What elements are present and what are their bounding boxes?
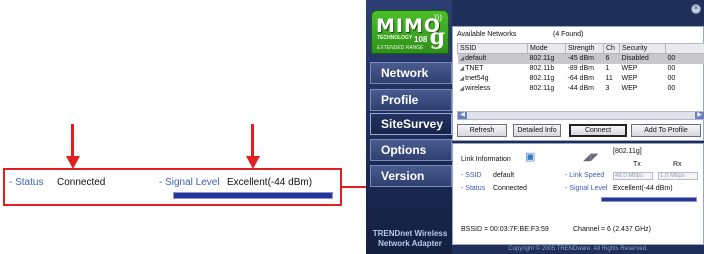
detailed-info-button[interactable]: Detailed Info	[513, 124, 561, 137]
available-networks-heading: Available Networks	[457, 31, 517, 38]
mode-tag: [802.11g]	[613, 148, 642, 155]
row-mode: 802.11g	[529, 75, 555, 82]
row-extra: 00	[667, 85, 676, 92]
ssid-value: default	[493, 172, 515, 179]
copyright-footer: Copyright © 2005 TRENDware. All Rights R…	[452, 245, 704, 254]
signal-icon: ◢	[459, 86, 465, 92]
ssid-label: - SSID	[461, 172, 482, 179]
link-information-panel: Link Information ▣ ◢◤ [802.11g] Tx Rx - …	[452, 143, 704, 245]
zoom-callout-box: - Status Connected - Signal Level Excell…	[3, 168, 342, 206]
nav-options-button[interactable]: Options	[370, 139, 452, 161]
zoom-signal-label: - Signal Level	[159, 177, 220, 188]
column-security[interactable]: Security	[619, 43, 666, 54]
close-icon[interactable]: ×	[691, 4, 701, 14]
row-security: Disabled	[619, 53, 666, 64]
connect-button[interactable]: Connect	[569, 124, 627, 137]
network-globe-icon: ▣	[525, 151, 536, 163]
row-ssid: tnet54g	[465, 75, 489, 82]
found-count: (4 Found)	[553, 31, 584, 38]
nav-network-button[interactable]: Network	[370, 62, 452, 84]
row-security: WEP	[621, 65, 638, 72]
row-mode: 802.11g	[529, 85, 555, 92]
row-ssid: default	[465, 55, 487, 63]
brand-line-1: TRENDnet Wireless	[372, 229, 448, 238]
zoom-signal-bar	[173, 192, 333, 199]
row-mode: 802.11g	[527, 53, 566, 64]
signal-level-label: - Signal Level	[565, 185, 608, 192]
add-to-profile-button[interactable]: Add To Profile	[631, 124, 701, 137]
tx-speed-field: 48.0 Mbps	[613, 172, 653, 180]
row-channel: 6	[603, 53, 620, 64]
wifi-waves-icon: )))	[434, 13, 442, 22]
row-extra: 00	[665, 53, 704, 64]
scroll-left-icon[interactable]: ◀	[458, 112, 467, 119]
column-strength[interactable]: Strength	[565, 43, 604, 54]
callout-arrow-signal-stem	[251, 124, 254, 158]
logo-number: 108	[414, 35, 428, 44]
row-security: WEP	[621, 85, 638, 92]
column-extra[interactable]	[665, 43, 704, 54]
table-row[interactable]: ◢tnet54g 802.11g -64 dBm 11 WEP 00	[458, 74, 704, 84]
horizontal-scrollbar[interactable]: ◀ ▶	[457, 111, 704, 120]
zoom-status-value: Connected	[57, 177, 106, 188]
signal-icon: ◢	[459, 76, 465, 82]
adapter-icon: ◢◤	[583, 152, 599, 163]
link-info-heading: Link Information	[461, 156, 511, 163]
site-survey-panel: Available Networks (4 Found) SSID Mode S…	[452, 26, 704, 141]
column-ssid[interactable]: SSID	[457, 43, 528, 54]
brand-line-2: Network Adapter	[378, 239, 442, 248]
row-strength: -89 dBm	[567, 65, 594, 72]
bssid-text: BSSID = 00:03:7F:BE:F3:59	[461, 226, 549, 233]
nav-version-button[interactable]: Version	[370, 165, 452, 187]
signal-level-value: Excellent(-44 dBm)	[613, 185, 673, 192]
callout-arrow-status-stem	[71, 124, 74, 158]
nav-profile-button[interactable]: Profile	[370, 89, 452, 111]
row-ssid: wireless	[465, 85, 491, 92]
row-channel: 3	[605, 85, 610, 92]
row-channel: 11	[605, 75, 613, 82]
rx-label: Rx	[673, 161, 682, 168]
row-ssid: TNET	[465, 65, 484, 72]
wireless-utility-window: MIMO ))) TECHNOLOGY 108 g EXTENDED RANGE…	[366, 0, 704, 254]
mimo-logo: MIMO ))) TECHNOLOGY 108 g EXTENDED RANGE	[371, 10, 449, 54]
signal-level-bar	[601, 197, 697, 202]
zoom-signal-value: Excellent(-44 dBm)	[227, 177, 313, 188]
nav-sitesurvey-button[interactable]: SiteSurvey	[370, 113, 452, 135]
column-mode[interactable]: Mode	[527, 43, 566, 54]
brand-label: TRENDnet Wireless Network Adapter	[368, 229, 452, 249]
app-sidebar: MIMO ))) TECHNOLOGY 108 g EXTENDED RANGE…	[366, 0, 452, 254]
row-extra: 00	[667, 75, 676, 82]
logo-g-letter: g	[429, 24, 445, 50]
table-row[interactable]: ◢default 802.11g -45 dBm 6 Disabled 00	[457, 53, 704, 64]
column-channel[interactable]: Ch	[603, 43, 620, 54]
signal-icon: ◢	[459, 66, 465, 72]
status-value: Connected	[493, 185, 527, 192]
row-security: WEP	[621, 75, 638, 82]
channel-text: Channel = 6 (2.437 GHz)	[573, 226, 652, 233]
link-speed-label: - Link Speed	[565, 172, 605, 179]
signal-icon: ◢	[459, 56, 465, 63]
rx-speed-field: 1.0 Mbps	[658, 172, 698, 180]
logo-range-text: EXTENDED RANGE	[377, 45, 424, 51]
logo-technology-text: TECHNOLOGY	[377, 35, 413, 41]
row-channel: 1	[605, 65, 610, 72]
table-row[interactable]: ◢wireless 802.11g -44 dBm 3 WEP 00	[458, 84, 704, 94]
row-mode: 802.11b	[529, 65, 555, 72]
row-strength: -64 dBm	[567, 75, 594, 82]
refresh-button[interactable]: Refresh	[457, 124, 507, 137]
row-strength: -45 dBm	[565, 53, 604, 64]
table-row[interactable]: ◢TNET 802.11b -89 dBm 1 WEP 00	[458, 64, 704, 74]
zoom-status-label: - Status	[9, 177, 44, 188]
row-strength: -44 dBm	[567, 85, 594, 92]
networks-table: SSID Mode Strength Ch Security ◢default …	[457, 43, 704, 94]
scroll-right-icon[interactable]: ▶	[695, 112, 704, 119]
row-extra: 00	[667, 65, 676, 72]
status-label: - Status	[461, 185, 486, 192]
tx-label: Tx	[633, 161, 641, 168]
